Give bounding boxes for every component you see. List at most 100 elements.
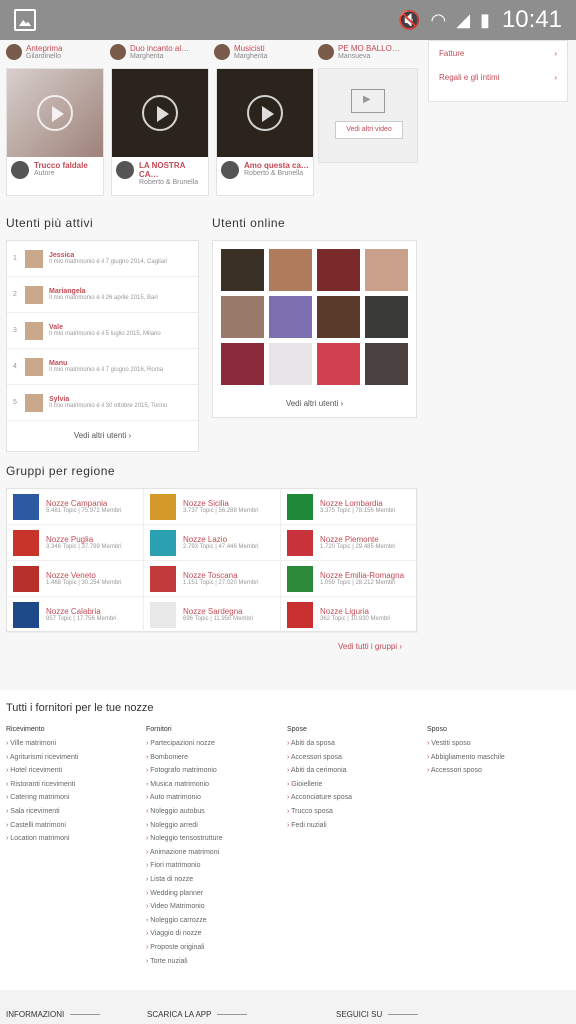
region-group[interactable]: Nozze Puglia 3.346 Topic | 37.799 Membri <box>7 525 144 561</box>
user-name[interactable]: Mariangela <box>49 288 158 295</box>
strip-item[interactable]: PE MO BALLO… Mansueva <box>318 40 414 64</box>
user-name[interactable]: Jessica <box>49 252 167 259</box>
supplier-link[interactable]: Ristoranti ricevimenti <box>6 778 144 792</box>
online-user-avatar[interactable] <box>269 249 312 291</box>
supplier-link[interactable]: Noleggio arredi <box>146 819 284 833</box>
video-card[interactable]: Amo questa ca… Roberto & Brunella <box>216 68 314 196</box>
region-name[interactable]: Nozze Lazio <box>183 535 259 544</box>
right-menu-item[interactable]: Fatture › <box>429 41 567 65</box>
right-menu-item[interactable]: Regali e gli intimi › <box>429 65 567 89</box>
supplier-link[interactable]: Castelli matrimoni <box>6 819 144 833</box>
video-card[interactable]: LA NOSTRA CA… Roberto & Brunella <box>111 68 209 196</box>
supplier-link[interactable]: Abiti da sposa <box>287 737 425 751</box>
see-all-videos-button[interactable]: Vedi altri video <box>335 121 403 139</box>
supplier-link[interactable]: Ville matrimoni <box>6 737 144 751</box>
supplier-link[interactable]: Gioiellerie <box>287 778 425 792</box>
all-groups-link[interactable]: Vedi tutti i gruppi › <box>338 642 402 651</box>
online-user-avatar[interactable] <box>365 343 408 385</box>
region-name[interactable]: Nozze Puglia <box>46 535 122 544</box>
region-name[interactable]: Nozze Toscana <box>183 571 259 580</box>
online-user-avatar[interactable] <box>365 249 408 291</box>
supplier-link[interactable]: Abiti da cerimonia <box>287 764 425 778</box>
supplier-link[interactable]: Vestiti sposo <box>427 737 565 751</box>
supplier-link[interactable]: Fedi nuziali <box>287 819 425 833</box>
online-user-avatar[interactable] <box>365 296 408 338</box>
supplier-link[interactable]: Noleggio tensostrutture <box>146 832 284 846</box>
user-row[interactable]: 4 Manu Il mio matrimonio è il 7 giugno 201… <box>7 349 198 385</box>
region-name[interactable]: Nozze Sicilia <box>183 499 259 508</box>
supplier-link[interactable]: Location matrimoni <box>6 832 144 846</box>
supplier-link[interactable]: Bomboniere <box>146 751 284 765</box>
online-user-avatar[interactable] <box>269 296 312 338</box>
supplier-link[interactable]: Fiori matrimonio <box>146 859 284 873</box>
play-icon[interactable] <box>142 95 178 131</box>
region-group[interactable]: Nozze Campania 5.481 Topic | 75.972 Membr… <box>7 489 144 525</box>
supplier-link[interactable]: Acconciature sposa <box>287 791 425 805</box>
region-name[interactable]: Nozze Veneto <box>46 571 122 580</box>
online-user-avatar[interactable] <box>221 343 264 385</box>
user-row[interactable]: 2 Mariangela Il mio matrimonio è il 26 apr… <box>7 277 198 313</box>
region-group[interactable]: Nozze Calabria 957 Topic | 17.756 Membri <box>7 597 144 633</box>
region-group[interactable]: Nozze Emilia-Romagna 1.059 Topic | 28.212… <box>281 561 418 597</box>
see-more-online-link[interactable]: Vedi altri utenti › <box>213 399 416 408</box>
video-thumbnail[interactable] <box>7 69 103 157</box>
supplier-link[interactable]: Animazione matrimoni <box>146 846 284 860</box>
region-group[interactable]: Nozze Piemonte 1.720 Topic | 29.485 Membr… <box>281 525 418 561</box>
see-more-users-link[interactable]: Vedi altri utenti › <box>7 421 198 451</box>
region-group[interactable]: Nozze Liguria 362 Topic | 10.930 Membri <box>281 597 418 633</box>
online-user-avatar[interactable] <box>269 343 312 385</box>
region-group[interactable]: Nozze Lazio 2.793 Topic | 47.446 Membri <box>144 525 281 561</box>
region-group[interactable]: Nozze Sicilia 3.737 Topic | 56.288 Membri <box>144 489 281 525</box>
strip-item[interactable]: Anteprima Gilardinello <box>6 40 102 64</box>
user-name[interactable]: Sylvia <box>49 396 167 403</box>
region-group[interactable]: Nozze Lombardia 3.375 Topic | 78.156 Memb… <box>281 489 418 525</box>
supplier-link[interactable]: Proposte originali <box>146 941 284 955</box>
supplier-link[interactable]: Auto matrimonio <box>146 791 284 805</box>
supplier-link[interactable]: Partecipazioni nozze <box>146 737 284 751</box>
video-card[interactable]: Trucco faldale Autore <box>6 68 104 196</box>
supplier-link[interactable]: Torte nuziali <box>146 955 284 969</box>
online-user-avatar[interactable] <box>221 249 264 291</box>
footer-info[interactable]: INFORMAZIONI <box>6 1010 100 1019</box>
supplier-link[interactable]: Catering matrimoni <box>6 791 144 805</box>
supplier-link[interactable]: Lista di nozze <box>146 873 284 887</box>
online-user-avatar[interactable] <box>221 296 264 338</box>
supplier-link[interactable]: Sala ricevimenti <box>6 805 144 819</box>
region-name[interactable]: Nozze Lombardia <box>320 499 396 508</box>
region-name[interactable]: Nozze Emilia-Romagna <box>320 571 404 580</box>
supplier-link[interactable]: Musica matrimonio <box>146 778 284 792</box>
online-user-avatar[interactable] <box>317 249 360 291</box>
region-name[interactable]: Nozze Liguria <box>320 607 391 616</box>
supplier-link[interactable]: Video Matrimonio <box>146 900 284 914</box>
strip-item[interactable]: Musicisti Margherita <box>214 40 310 64</box>
supplier-link[interactable]: Hotel ricevimenti <box>6 764 144 778</box>
supplier-link[interactable]: Accessori sposo <box>427 764 565 778</box>
play-icon[interactable] <box>37 95 73 131</box>
user-row[interactable]: 3 Vale Il mio matrimonio è il 5 luglio 201… <box>7 313 198 349</box>
supplier-link[interactable]: Noleggio carrozze <box>146 914 284 928</box>
video-title[interactable]: Amo questa ca… <box>244 161 309 170</box>
user-name[interactable]: Vale <box>49 324 161 331</box>
video-title[interactable]: LA NOSTRA CA… <box>139 161 204 179</box>
region-name[interactable]: Nozze Piemonte <box>320 535 396 544</box>
region-group[interactable]: Nozze Sardegna 696 Topic | 11.950 Membri <box>144 597 281 633</box>
footer-social[interactable]: SEGUICI SU <box>336 1010 418 1019</box>
web-page[interactable]: Anteprima Gilardinello Duo incanto al… Mar… <box>0 40 576 1024</box>
region-name[interactable]: Nozze Calabria <box>46 607 117 616</box>
supplier-link[interactable]: Wedding planner <box>146 887 284 901</box>
play-icon[interactable] <box>247 95 283 131</box>
supplier-link[interactable]: Trucco sposa <box>287 805 425 819</box>
supplier-link[interactable]: Abbigliamento maschile <box>427 751 565 765</box>
region-name[interactable]: Nozze Campania <box>46 499 122 508</box>
region-group[interactable]: Nozze Toscana 1.151 Topic | 27.020 Membri <box>144 561 281 597</box>
user-name[interactable]: Manu <box>49 360 163 367</box>
footer-app[interactable]: SCARICA LA APP <box>147 1010 247 1019</box>
user-row[interactable]: 1 Jessica Il mio matrimonio è il 7 giugno … <box>7 241 198 277</box>
online-user-avatar[interactable] <box>317 343 360 385</box>
user-row[interactable]: 5 Sylvia Il mio matrimonio è il 30 ottobre… <box>7 385 198 421</box>
supplier-link[interactable]: Agriturismi ricevimenti <box>6 751 144 765</box>
strip-item[interactable]: Duo incanto al… Margherita <box>110 40 206 64</box>
video-thumbnail[interactable] <box>112 69 208 157</box>
video-title[interactable]: Trucco faldale <box>34 161 88 170</box>
region-name[interactable]: Nozze Sardegna <box>183 607 253 616</box>
